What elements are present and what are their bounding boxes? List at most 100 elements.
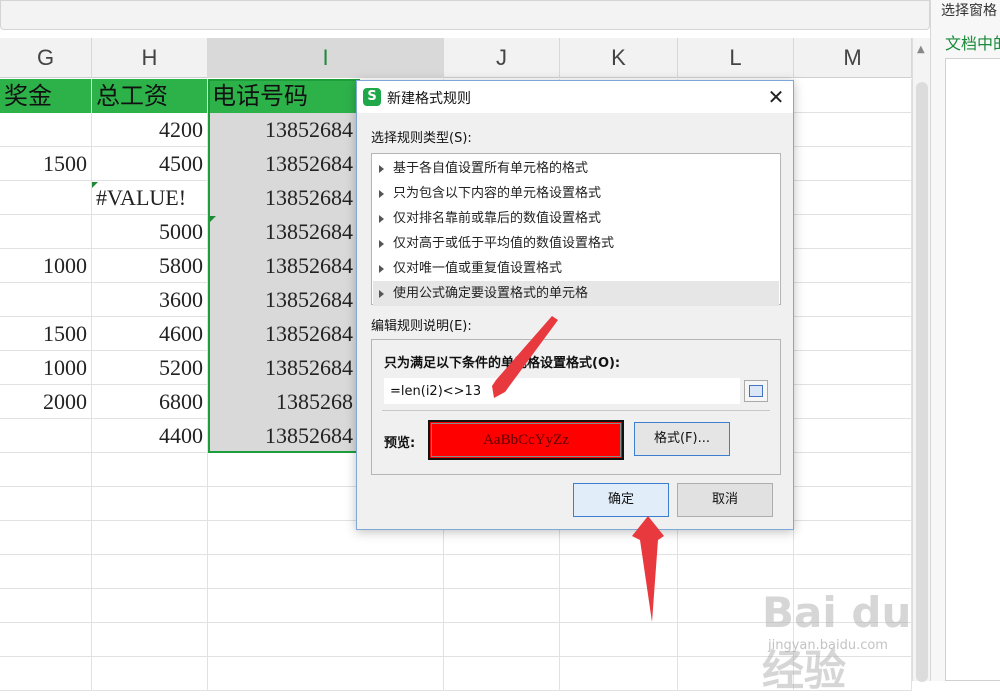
column-header-g[interactable]: G: [0, 38, 92, 78]
table-cell[interactable]: [92, 623, 208, 657]
rule-type-item[interactable]: 仅对唯一值或重复值设置格式: [373, 256, 779, 281]
header-cell-total-salary[interactable]: 总工资: [92, 79, 208, 113]
table-cell[interactable]: [444, 555, 560, 589]
table-cell[interactable]: [678, 555, 794, 589]
rule-type-item[interactable]: 基于各自值设置所有单元格的格式: [373, 156, 779, 181]
edit-description-label: 编辑规则说明(E):: [371, 319, 472, 334]
column-header-k[interactable]: K: [560, 38, 678, 78]
vertical-scrollbar[interactable]: ▲: [912, 38, 930, 682]
table-cell[interactable]: 13852684: [208, 419, 358, 453]
table-cell[interactable]: 13852684: [208, 181, 358, 215]
rule-type-item[interactable]: 使用公式确定要设置格式的单元格: [373, 281, 779, 306]
table-cell[interactable]: [0, 215, 92, 249]
table-cell[interactable]: [560, 589, 678, 623]
table-cell[interactable]: [92, 487, 208, 521]
table-cell[interactable]: [444, 623, 560, 657]
table-cell[interactable]: #VALUE!: [92, 181, 208, 215]
table-cell[interactable]: 5200: [92, 351, 208, 385]
table-cell[interactable]: [560, 555, 678, 589]
table-cell[interactable]: 13852684: [208, 317, 358, 351]
rule-type-item[interactable]: 仅对高于或低于平均值的数值设置格式: [373, 231, 779, 256]
table-cell[interactable]: 6800: [92, 385, 208, 419]
formula-input[interactable]: [384, 378, 740, 404]
table-cell[interactable]: [794, 521, 912, 555]
table-cell[interactable]: [794, 419, 912, 453]
table-cell[interactable]: [560, 657, 678, 691]
rule-type-item[interactable]: 仅对排名靠前或靠后的数值设置格式: [373, 206, 779, 231]
rule-type-item[interactable]: 只为包含以下内容的单元格设置格式: [373, 181, 779, 206]
table-cell[interactable]: [794, 215, 912, 249]
table-cell[interactable]: [0, 283, 92, 317]
ok-button[interactable]: 确定: [573, 483, 669, 517]
table-cell[interactable]: 4400: [92, 419, 208, 453]
column-header-i[interactable]: I: [208, 38, 444, 78]
table-cell[interactable]: [92, 453, 208, 487]
table-cell[interactable]: [0, 453, 92, 487]
table-cell[interactable]: [0, 181, 92, 215]
table-cell[interactable]: [0, 487, 92, 521]
table-cell[interactable]: 13852684: [208, 215, 358, 249]
table-cell[interactable]: [794, 283, 912, 317]
table-cell[interactable]: [560, 623, 678, 657]
table-cell[interactable]: [208, 589, 444, 623]
table-cell[interactable]: 4200: [92, 113, 208, 147]
table-cell[interactable]: 1000: [0, 249, 92, 283]
table-cell[interactable]: [794, 249, 912, 283]
table-cell[interactable]: 13852684: [208, 283, 358, 317]
table-cell[interactable]: [208, 555, 444, 589]
header-cell-phone[interactable]: 电话号码: [208, 79, 358, 113]
scroll-up-arrow-icon[interactable]: ▲: [917, 44, 925, 55]
table-cell[interactable]: [0, 623, 92, 657]
table-cell[interactable]: [0, 419, 92, 453]
table-cell[interactable]: [794, 453, 912, 487]
table-cell[interactable]: 13852684: [208, 113, 358, 147]
table-cell[interactable]: 5000: [92, 215, 208, 249]
table-cell[interactable]: [0, 521, 92, 555]
table-cell[interactable]: [444, 657, 560, 691]
table-cell[interactable]: 13852684: [208, 147, 358, 181]
table-cell[interactable]: [0, 113, 92, 147]
table-cell[interactable]: 1500: [0, 147, 92, 181]
table-cell[interactable]: 1500: [0, 317, 92, 351]
formula-bar[interactable]: [0, 0, 930, 30]
table-cell[interactable]: [794, 487, 912, 521]
close-icon[interactable]: ✕: [763, 84, 789, 110]
table-cell[interactable]: 4500: [92, 147, 208, 181]
table-cell[interactable]: [794, 555, 912, 589]
table-cell[interactable]: [92, 555, 208, 589]
table-cell[interactable]: [794, 181, 912, 215]
table-cell[interactable]: 2000: [0, 385, 92, 419]
table-cell[interactable]: [208, 623, 444, 657]
column-header-j[interactable]: J: [444, 38, 560, 78]
table-cell[interactable]: 5800: [92, 249, 208, 283]
rule-type-label: 仅对高于或低于平均值的数值设置格式: [393, 236, 615, 251]
column-header-h[interactable]: H: [92, 38, 208, 78]
table-cell[interactable]: [794, 147, 912, 181]
column-header-l[interactable]: L: [678, 38, 794, 78]
cancel-button[interactable]: 取消: [677, 483, 773, 517]
range-picker-button[interactable]: [744, 380, 768, 402]
table-cell[interactable]: [794, 351, 912, 385]
column-header-m[interactable]: M: [794, 38, 912, 78]
header-cell-bonus[interactable]: 奖金: [0, 79, 92, 113]
table-cell[interactable]: [794, 79, 912, 113]
table-cell[interactable]: 3600: [92, 283, 208, 317]
table-cell[interactable]: [444, 589, 560, 623]
table-cell[interactable]: [92, 521, 208, 555]
table-cell[interactable]: [0, 589, 92, 623]
table-cell[interactable]: [794, 113, 912, 147]
table-cell[interactable]: [92, 657, 208, 691]
table-cell[interactable]: 13852684: [208, 351, 358, 385]
table-cell[interactable]: [208, 657, 444, 691]
table-cell[interactable]: 1000: [0, 351, 92, 385]
table-cell[interactable]: 1385268: [208, 385, 358, 419]
table-cell[interactable]: [92, 589, 208, 623]
table-cell[interactable]: 13852684: [208, 249, 358, 283]
table-cell[interactable]: [794, 317, 912, 351]
rule-type-label: 仅对排名靠前或靠后的数值设置格式: [393, 211, 602, 226]
table-cell[interactable]: [0, 555, 92, 589]
format-button[interactable]: 格式(F)...: [634, 422, 730, 456]
table-cell[interactable]: [794, 385, 912, 419]
table-cell[interactable]: [0, 657, 92, 691]
table-cell[interactable]: 4600: [92, 317, 208, 351]
